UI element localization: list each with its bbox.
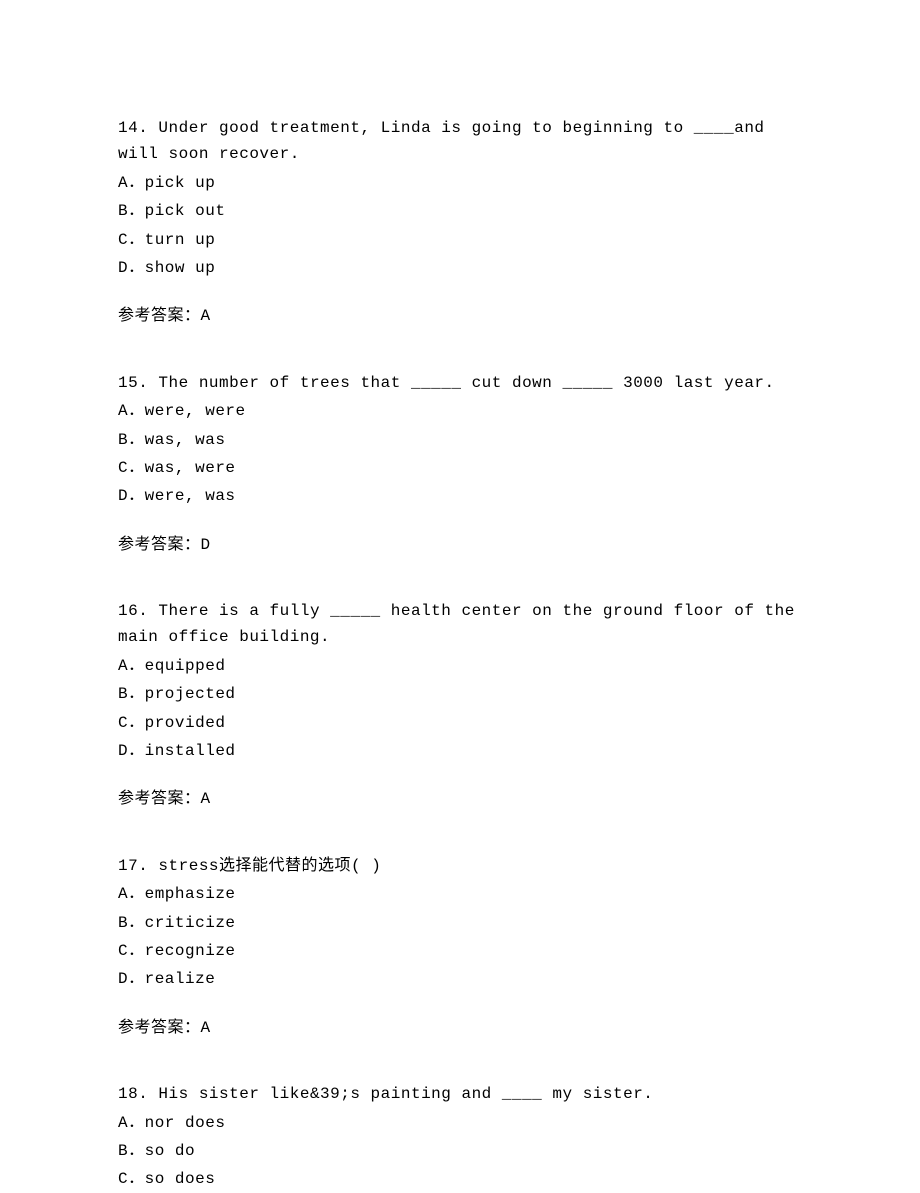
option-d: D．show up <box>118 255 802 281</box>
option-c: C．provided <box>118 710 802 736</box>
option-a: A．were, were <box>118 398 802 424</box>
answer-value: A <box>201 307 211 325</box>
answer-value: A <box>201 1019 211 1037</box>
answer-line: 参考答案：A <box>118 786 802 812</box>
option-b: B．so do <box>118 1138 802 1164</box>
option-b: B．pick out <box>118 198 802 224</box>
question-number: 16. <box>118 602 148 620</box>
answer-label: 参考答案： <box>118 307 201 325</box>
question-body: stress选择能代替的选项( ) <box>158 857 381 875</box>
option-d: D．installed <box>118 738 802 764</box>
option-c: C．recognize <box>118 938 802 964</box>
option-a: A．emphasize <box>118 881 802 907</box>
option-b: B．was, was <box>118 427 802 453</box>
question-number: 17. <box>118 857 148 875</box>
answer-line: 参考答案：D <box>118 532 802 558</box>
question-15: 15. The number of trees that _____ cut d… <box>118 370 802 558</box>
question-number: 18. <box>118 1085 148 1103</box>
question-text: 14. Under good treatment, Linda is going… <box>118 115 802 168</box>
question-17: 17. stress选择能代替的选项( ) A．emphasize B．crit… <box>118 853 802 1041</box>
question-body: Under good treatment, Linda is going to … <box>118 119 765 163</box>
option-c: C．turn up <box>118 227 802 253</box>
option-c: C．was, were <box>118 455 802 481</box>
option-a: A．pick up <box>118 170 802 196</box>
option-d: D．realize <box>118 966 802 992</box>
question-body: The number of trees that _____ cut down … <box>158 374 774 392</box>
question-body: His sister like&39;s painting and ____ m… <box>158 1085 653 1103</box>
answer-value: A <box>201 790 211 808</box>
option-a: A．nor does <box>118 1110 802 1136</box>
question-text: 15. The number of trees that _____ cut d… <box>118 370 802 396</box>
question-18: 18. His sister like&39;s painting and __… <box>118 1081 802 1193</box>
answer-label: 参考答案： <box>118 790 201 808</box>
question-number: 14. <box>118 119 148 137</box>
question-16: 16. There is a fully _____ health center… <box>118 598 802 813</box>
answer-value: D <box>201 536 211 554</box>
answer-label: 参考答案： <box>118 536 201 554</box>
option-b: B．projected <box>118 681 802 707</box>
option-d: D．were, was <box>118 483 802 509</box>
answer-label: 参考答案： <box>118 1019 201 1037</box>
option-b: B．criticize <box>118 910 802 936</box>
answer-line: 参考答案：A <box>118 303 802 329</box>
question-text: 18. His sister like&39;s painting and __… <box>118 1081 802 1107</box>
question-14: 14. Under good treatment, Linda is going… <box>118 115 802 330</box>
answer-line: 参考答案：A <box>118 1015 802 1041</box>
option-a: A．equipped <box>118 653 802 679</box>
question-number: 15. <box>118 374 148 392</box>
option-c: C．so does <box>118 1166 802 1192</box>
question-text: 17. stress选择能代替的选项( ) <box>118 853 802 879</box>
question-body: There is a fully _____ health center on … <box>118 602 795 646</box>
question-text: 16. There is a fully _____ health center… <box>118 598 802 651</box>
